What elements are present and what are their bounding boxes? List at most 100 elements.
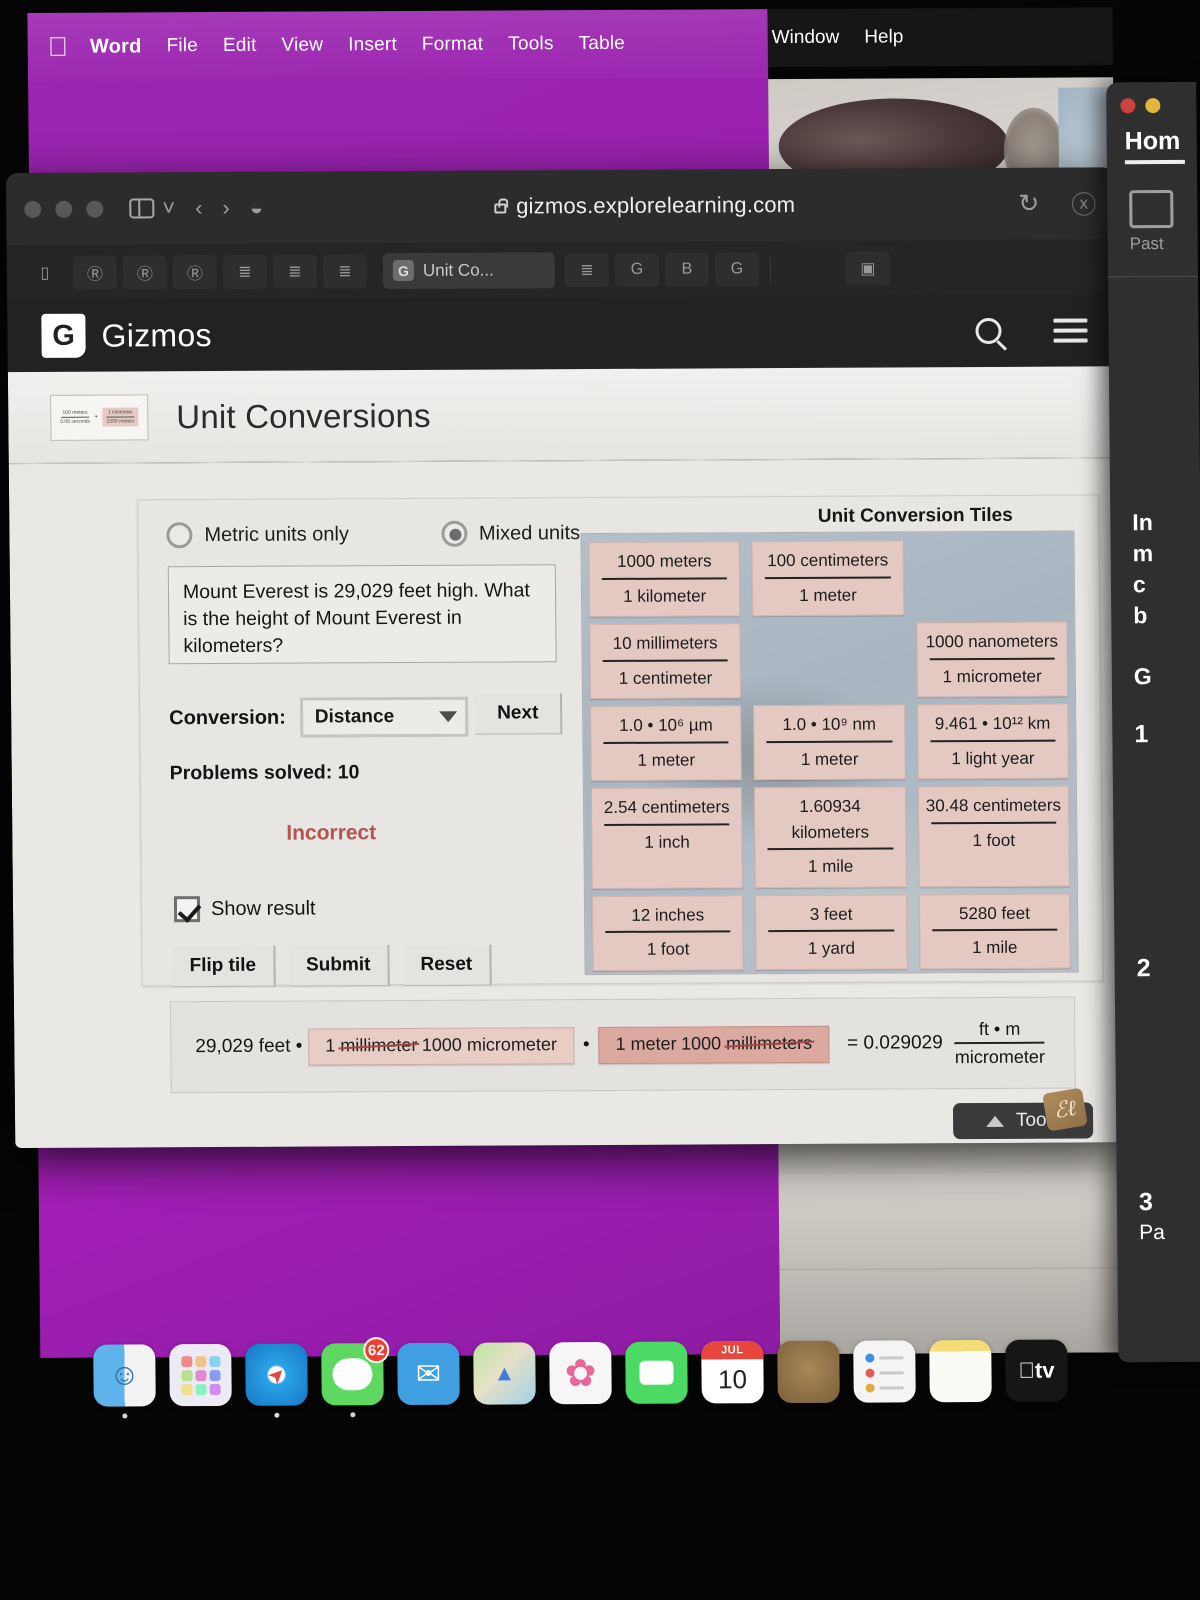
menu-item-table[interactable]: Table — [578, 33, 625, 55]
tab-icon-list-4[interactable]: ≣ — [564, 252, 610, 287]
conversion-tile[interactable]: 1.0 • 10⁹ nm 1 meter — [753, 704, 906, 781]
question-text: Mount Everest is 29,029 feet high. What … — [167, 564, 557, 665]
download-icon[interactable]: ⓧ — [1071, 185, 1096, 221]
dock-icon-launchpad[interactable] — [169, 1343, 232, 1407]
gizmos-logo-icon[interactable]: G — [41, 313, 86, 358]
launchpad-cell — [195, 1370, 207, 1382]
tab-icon-reader[interactable]: ▯ — [23, 255, 67, 289]
minimize-window-button[interactable] — [55, 200, 73, 218]
sidebar-icon[interactable] — [129, 198, 155, 219]
search-icon[interactable] — [975, 317, 1002, 345]
conversion-tile[interactable]: 1.60934 kilometers 1 mile — [754, 786, 907, 888]
show-result-checkbox-row[interactable]: Show result — [173, 895, 316, 923]
tile-denominator: 1 kilometer — [623, 585, 707, 606]
flip-tile-button[interactable]: Flip tile — [172, 945, 276, 988]
menu-item-tools[interactable]: Tools — [508, 33, 554, 55]
show-result-checkbox[interactable] — [173, 896, 201, 923]
dock-icon-finder[interactable]: ☺ — [93, 1344, 156, 1419]
conversion-tile[interactable]: 10 millimeters 1 centimeter — [589, 623, 742, 700]
dock-icon-notes[interactable] — [929, 1339, 992, 1403]
chevron-down-icon[interactable] — [438, 711, 457, 723]
dock-icon-apple-tv[interactable]: tv — [1005, 1339, 1068, 1402]
apple-icon[interactable]:  — [48, 31, 69, 61]
back-icon[interactable]: ‹ — [195, 195, 203, 221]
macos-menu-bar-continued[interactable]: Window Help — [767, 7, 1113, 68]
safari-tab-bar[interactable]: ▯ Ⓡ Ⓡ Ⓡ ≣ ≣ ≣ G Unit Co... ≣ G B G ▣ — [6, 239, 1116, 301]
dock-icon-mail[interactable]: ✉ — [397, 1342, 460, 1406]
conversion-tile[interactable]: 30.48 centimeters 1 foot — [917, 785, 1070, 887]
tile-numerator: 3 feet — [809, 904, 853, 924]
dock-icon-safari[interactable]: ➤ — [245, 1343, 308, 1418]
tab-icon-r-3[interactable]: Ⓡ — [172, 254, 218, 289]
maximize-window-button[interactable] — [86, 200, 104, 218]
word-paste-group[interactable]: Past — [1129, 189, 1198, 254]
close-window-button[interactable] — [1120, 98, 1136, 114]
minimize-window-button[interactable] — [1145, 98, 1161, 114]
conversion-tile[interactable]: 5280 feet 1 mile — [918, 893, 1071, 969]
address-bar[interactable]: gizmos.explorelearning.com — [283, 191, 1006, 221]
menu-item-format[interactable]: Format — [422, 34, 484, 56]
unit-conversion-tiles-board[interactable]: 1000 meters 1 kilometer 100 centimeters 1 m… — [580, 530, 1079, 976]
conversion-tile[interactable]: 100 centimeters 1 meter — [751, 540, 904, 617]
shield-icon[interactable]: ◒ — [250, 195, 264, 221]
conversion-tile[interactable]: 1000 meters 1 kilometer — [588, 541, 741, 618]
conversion-tile[interactable]: 3 feet 1 yard — [755, 893, 908, 970]
equation-tile-2[interactable]: 1 meter 1000 millimeters — [598, 1025, 830, 1064]
radio-mixed-icon[interactable] — [440, 520, 468, 547]
equation-tile-1[interactable]: 1 millimeter 1000 micrometer — [308, 1026, 575, 1066]
radio-metric-icon[interactable] — [166, 522, 193, 549]
show-result-label: Show result — [210, 896, 316, 920]
tab-icon-r-2[interactable]: Ⓡ — [122, 254, 168, 289]
forward-icon[interactable]: › — [222, 195, 230, 221]
menu-item-view[interactable]: View — [281, 34, 323, 56]
tab-icon-list-1[interactable]: ≣ — [222, 254, 268, 289]
dock-icon-facetime[interactable] — [625, 1341, 688, 1404]
macos-menu-bar[interactable]:  Word File Edit View Insert Format Tool… — [27, 9, 769, 81]
tab-icon-list-3[interactable]: ≣ — [322, 253, 368, 288]
conversion-tile[interactable]: 1000 nanometers 1 micrometer — [915, 621, 1069, 698]
active-tab-unit-conversions[interactable]: G Unit Co... — [382, 251, 556, 289]
tab-icon-list-2[interactable]: ≣ — [272, 253, 318, 289]
conversion-select[interactable]: Distance — [299, 696, 469, 738]
conversion-tile[interactable]: 1.0 • 10⁶ µm 1 meter — [590, 705, 743, 782]
word-ribbon-tab-home[interactable]: Hom — [1106, 113, 1196, 156]
dock-icon-podcasts[interactable] — [777, 1340, 840, 1404]
reload-icon[interactable]: ↻ — [1018, 189, 1039, 219]
submit-button[interactable]: Submit — [288, 945, 390, 987]
paste-icon[interactable] — [1129, 189, 1174, 229]
tab-icon-g-2[interactable]: G — [714, 251, 760, 286]
conversion-tile[interactable]: 12 inches 1 foot — [591, 894, 744, 971]
menu-item-insert[interactable]: Insert — [348, 34, 397, 56]
dock-icon-calendar[interactable]: JUL 10 — [701, 1341, 764, 1404]
conversion-tile[interactable]: 9.461 • 10¹² km 1 light year — [916, 703, 1069, 780]
action-button-row: Flip tile Submit Reset — [172, 944, 505, 988]
hamburger-menu-icon[interactable] — [1053, 318, 1088, 343]
menu-item-help[interactable]: Help — [864, 26, 903, 48]
conversion-tile[interactable]: 2.54 centimeters 1 inch — [590, 787, 744, 889]
reminder-dot — [865, 1368, 875, 1378]
close-window-button[interactable] — [24, 200, 42, 218]
dock-icon-photos[interactable]: ✿ — [549, 1341, 612, 1405]
next-button[interactable]: Next — [474, 693, 563, 735]
tab-icon-g-1[interactable]: G — [614, 252, 660, 287]
menu-item-word[interactable]: Word — [90, 35, 142, 58]
reset-button[interactable]: Reset — [403, 944, 492, 987]
speech-bubble-icon — [332, 1358, 373, 1391]
macos-dock[interactable]: ☺ ➤ 62 ✉ ▲ ✿ JUL 10 tv — [93, 1335, 1142, 1419]
dock-icon-reminders[interactable] — [853, 1340, 916, 1403]
menu-item-edit[interactable]: Edit — [223, 35, 257, 57]
tab-icon-b[interactable]: B — [664, 251, 710, 287]
tab-icon-m[interactable]: ▣ — [845, 250, 891, 286]
chevron-down-icon[interactable]: ˅ — [162, 195, 175, 221]
radio-option-mixed[interactable]: Mixed units — [440, 520, 580, 547]
menu-item-file[interactable]: File — [166, 35, 198, 57]
radio-option-metric[interactable]: Metric units only — [166, 521, 349, 549]
menu-item-window[interactable]: Window — [772, 27, 840, 49]
unit-mode-radio-group[interactable]: Metric units only Mixed units — [166, 520, 586, 549]
dock-icon-messages[interactable]: 62 — [321, 1337, 390, 1418]
word-traffic-lights[interactable] — [1106, 82, 1196, 114]
window-traffic-lights[interactable] — [24, 200, 104, 218]
tab-icon-r-1[interactable]: Ⓡ — [72, 255, 118, 290]
video-camera-icon — [639, 1360, 674, 1385]
dock-icon-maps[interactable]: ▲ — [473, 1342, 536, 1405]
